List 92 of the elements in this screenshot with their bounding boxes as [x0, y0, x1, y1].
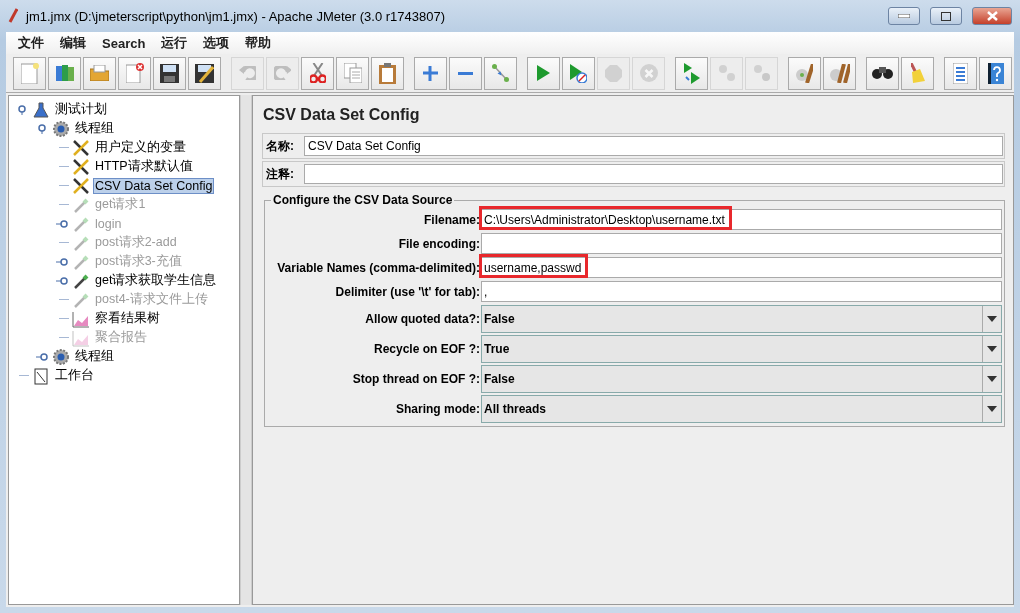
wrench-screwdriver-icon: [72, 176, 90, 195]
tree-node[interactable]: HTTP请求默认值: [93, 157, 195, 176]
dropdown[interactable]: False: [481, 365, 1002, 393]
gear-icon: [52, 119, 70, 138]
toolbar-button[interactable]: [866, 56, 899, 90]
expanded-handle-icon[interactable]: [17, 104, 27, 115]
tree-node[interactable]: get请求获取学生信息: [93, 271, 219, 290]
copy-pages-icon: [343, 63, 362, 83]
toolbar-button[interactable]: [153, 56, 186, 90]
chart-icon: [72, 328, 90, 347]
plus-icon: [423, 65, 438, 81]
dropdown[interactable]: False: [481, 305, 1002, 333]
menu-item[interactable]: 选项: [195, 34, 238, 52]
dropdown[interactable]: All threads: [481, 395, 1002, 423]
help-book-icon: [987, 62, 1004, 84]
text-field[interactable]: C:\Users\Administrator\Desktop\username.txt: [481, 209, 1002, 230]
tree-node[interactable]: 测试计划: [53, 100, 109, 119]
field-label: 名称:: [265, 137, 295, 155]
minus-icon: [458, 71, 473, 75]
field-label: Variable Names (comma-delimited):: [276, 260, 481, 275]
two-dots-icon: [753, 65, 770, 81]
broom-icon: [910, 63, 925, 83]
chart-icon: [72, 309, 90, 328]
dropdown-arrow-icon: [987, 406, 997, 412]
field-label: Stop thread on EOF ?:: [351, 371, 481, 386]
page-with-x-icon: [125, 63, 144, 83]
folder-icon: [90, 65, 109, 81]
menu-item[interactable]: 文件: [10, 34, 52, 52]
toolbar-button[interactable]: [188, 56, 221, 90]
two-dots-icon: [718, 65, 735, 81]
menu-item[interactable]: 帮助: [237, 34, 280, 52]
gear-broom-icon: [796, 63, 813, 83]
tree-node[interactable]: 线程组: [73, 347, 116, 366]
field-label: 注释:: [265, 165, 295, 183]
panel-title: CSV Data Set Config: [263, 106, 421, 124]
tree-node[interactable]: 察看结果树: [93, 309, 162, 328]
maximize-button[interactable]: [930, 7, 962, 25]
field-label: Recycle on EOF ?:: [372, 341, 481, 356]
field-label: Sharing mode:: [395, 401, 481, 416]
window-title: jm1.jmx (D:\jmeterscript\python\jm1.jmx) - Apache JMeter (3.0 r1743807): [26, 8, 447, 24]
x-circle-icon: [639, 64, 658, 82]
maximize-icon: [941, 11, 951, 21]
gear-icon: [52, 347, 70, 366]
text-field[interactable]: [481, 233, 1002, 254]
dropdown-arrow-icon: [987, 346, 997, 352]
binoculars-icon: [872, 67, 893, 79]
books-icon: [55, 65, 74, 81]
text-field[interactable]: ,: [481, 281, 1002, 302]
text-field[interactable]: CSV Data Set Config: [304, 136, 1003, 156]
tree-node[interactable]: CSV Data Set Config: [93, 177, 215, 194]
toggle-arrows-icon: [492, 64, 509, 82]
dropdown-arrow-icon: [987, 376, 997, 382]
text-field[interactable]: [304, 164, 1003, 184]
menu-item[interactable]: 编辑: [52, 34, 94, 52]
close-icon: [986, 11, 998, 21]
expanded-handle-icon[interactable]: [37, 123, 47, 134]
flask-icon: [32, 100, 50, 119]
octagon-icon: [605, 64, 622, 82]
list-page-icon: [953, 62, 968, 84]
clipboard-icon: [379, 62, 396, 84]
dropdown[interactable]: True: [481, 335, 1002, 363]
toolbar-button[interactable]: [979, 56, 1012, 90]
play-icon: [537, 65, 550, 81]
text-field[interactable]: username,passwd: [481, 257, 1002, 278]
collapsed-handle-icon[interactable]: [56, 275, 68, 286]
double-play-icon: [683, 62, 700, 84]
field-label: File encoding:: [397, 236, 481, 251]
play-with-circle-icon: [570, 63, 587, 83]
gear-brooms-icon: [829, 63, 850, 83]
minimize-icon: [898, 14, 910, 18]
floppy-pencil-icon: [195, 63, 214, 83]
tree-node[interactable]: 工作台: [53, 366, 96, 385]
blank-page-icon: [20, 62, 39, 84]
wrench-screwdriver-icon: [72, 138, 90, 157]
undo-arrow-icon: [238, 65, 257, 81]
dropdown-arrow-icon: [987, 316, 997, 322]
tree-node[interactable]: 线程组: [73, 119, 116, 138]
feather-icon: [8, 8, 18, 24]
scissors-icon: [309, 63, 326, 83]
wrench-screwdriver-icon: [72, 157, 90, 176]
close-button[interactable]: [972, 7, 1012, 25]
clipboard-icon: [32, 366, 50, 385]
field-label: Allow quoted data?:: [364, 311, 481, 326]
tree-node[interactable]: 用户定义的变量: [93, 138, 188, 157]
menu-item[interactable]: Search: [94, 35, 154, 51]
minimize-button[interactable]: [888, 7, 920, 25]
field-label: Delimiter (use '\t' for tab):: [334, 284, 481, 299]
collapsed-handle-icon[interactable]: [36, 351, 48, 362]
redo-arrow-icon: [273, 65, 292, 81]
field-label: Filename:: [423, 212, 481, 227]
group-title: Configure the CSV Data Source: [272, 193, 454, 207]
menu-item[interactable]: 运行: [153, 34, 196, 52]
